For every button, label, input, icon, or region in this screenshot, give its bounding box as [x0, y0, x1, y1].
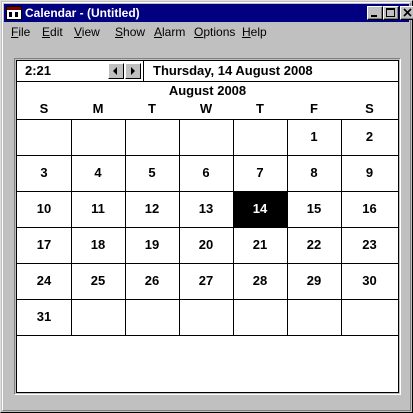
grid-column-line — [287, 119, 288, 335]
grid-column-line — [179, 119, 180, 335]
empty-day-cell[interactable] — [71, 299, 125, 335]
day-cell[interactable]: 3 — [17, 155, 71, 191]
minimize-icon — [371, 15, 377, 17]
day-cell[interactable]: 11 — [71, 191, 125, 227]
day-cell[interactable]: 4 — [71, 155, 125, 191]
time-display: 2:21 — [25, 63, 52, 78]
calendar-window: Calendar - (Untitled) File Edit View Sho… — [0, 0, 413, 413]
day-cell[interactable]: 19 — [125, 227, 179, 263]
day-cell[interactable]: 26 — [125, 263, 179, 299]
calendar-client-area: 2:21 Thursday, 14 August 2008 August 200… — [16, 60, 399, 393]
menu-edit[interactable]: Edit — [42, 25, 63, 40]
current-date-display: Thursday, 14 August 2008 — [143, 61, 398, 81]
day-cell[interactable]: 31 — [17, 299, 71, 335]
grid-column-line — [233, 119, 234, 335]
menu-help[interactable]: Help — [242, 25, 267, 40]
selected-day-cell[interactable]: 14 — [233, 191, 287, 227]
weekday-header: T — [256, 101, 264, 116]
weekday-header: T — [148, 101, 156, 116]
day-cell[interactable]: 29 — [287, 263, 341, 299]
day-cell[interactable]: 12 — [125, 191, 179, 227]
month-title: August 2008 — [168, 83, 247, 98]
window-title: Calendar - (Untitled) — [25, 6, 140, 20]
day-cell[interactable]: 7 — [233, 155, 287, 191]
empty-day-cell[interactable] — [125, 299, 179, 335]
day-cell[interactable]: 17 — [17, 227, 71, 263]
empty-day-cell[interactable] — [179, 119, 233, 155]
empty-day-cell[interactable] — [71, 119, 125, 155]
menu-file[interactable]: File — [11, 25, 30, 40]
day-cell[interactable]: 9 — [341, 155, 398, 191]
grid-column-line — [125, 119, 126, 335]
empty-day-cell[interactable] — [341, 299, 398, 335]
day-cell[interactable]: 27 — [179, 263, 233, 299]
day-cell[interactable]: 13 — [179, 191, 233, 227]
weekday-header: S — [39, 101, 49, 116]
empty-day-cell[interactable] — [233, 299, 287, 335]
calendar-app-icon[interactable] — [6, 5, 22, 21]
menu-bar: File Edit View Show Alarm Options Help — [4, 23, 409, 42]
day-cell[interactable]: 28 — [233, 263, 287, 299]
day-cell[interactable]: 2 — [341, 119, 398, 155]
day-cell[interactable]: 21 — [233, 227, 287, 263]
day-cell[interactable]: 18 — [71, 227, 125, 263]
day-cell[interactable]: 10 — [17, 191, 71, 227]
day-cell[interactable]: 25 — [71, 263, 125, 299]
menu-options[interactable]: Options — [194, 25, 235, 40]
empty-day-cell[interactable] — [287, 299, 341, 335]
month-grid: 1 2 3 4 5 6 7 8 9 10 11 12 13 14 15 16 17 18 19 20 21 22 23 24 2… — [17, 119, 398, 336]
left-arrow-icon — [113, 67, 117, 75]
grid-row-line — [17, 335, 398, 336]
grid-column-line — [341, 119, 342, 335]
weekday-header: W — [199, 101, 213, 116]
close-button[interactable] — [400, 6, 413, 20]
weekday-header: M — [92, 101, 104, 116]
next-day-button[interactable] — [125, 63, 141, 79]
maximize-button[interactable] — [383, 6, 399, 20]
maximize-icon — [386, 8, 395, 17]
day-cell[interactable]: 23 — [341, 227, 398, 263]
menu-alarm[interactable]: Alarm — [154, 25, 185, 40]
empty-day-cell[interactable] — [179, 299, 233, 335]
day-cell[interactable]: 30 — [341, 263, 398, 299]
title-bar[interactable]: Calendar - (Untitled) — [4, 4, 413, 22]
previous-day-button[interactable] — [108, 63, 124, 79]
right-arrow-icon — [131, 67, 135, 75]
day-cell[interactable]: 24 — [17, 263, 71, 299]
close-icon — [403, 8, 412, 17]
grid-column-line — [71, 119, 72, 335]
day-cell[interactable]: 6 — [179, 155, 233, 191]
day-cell[interactable]: 20 — [179, 227, 233, 263]
day-cell[interactable]: 1 — [287, 119, 341, 155]
day-cell[interactable]: 22 — [287, 227, 341, 263]
day-cell[interactable]: 8 — [287, 155, 341, 191]
day-cell[interactable]: 16 — [341, 191, 398, 227]
menu-file-rest: ile — [18, 25, 31, 39]
day-cell[interactable]: 15 — [287, 191, 341, 227]
minimize-button[interactable] — [367, 6, 383, 20]
weekday-header: F — [310, 101, 318, 116]
empty-day-cell[interactable] — [233, 119, 287, 155]
weekday-header: S — [365, 101, 374, 116]
empty-day-cell[interactable] — [125, 119, 179, 155]
day-cell[interactable]: 5 — [125, 155, 179, 191]
menu-view[interactable]: View — [74, 25, 100, 40]
empty-day-cell[interactable] — [17, 119, 71, 155]
menu-show[interactable]: Show — [115, 25, 145, 40]
